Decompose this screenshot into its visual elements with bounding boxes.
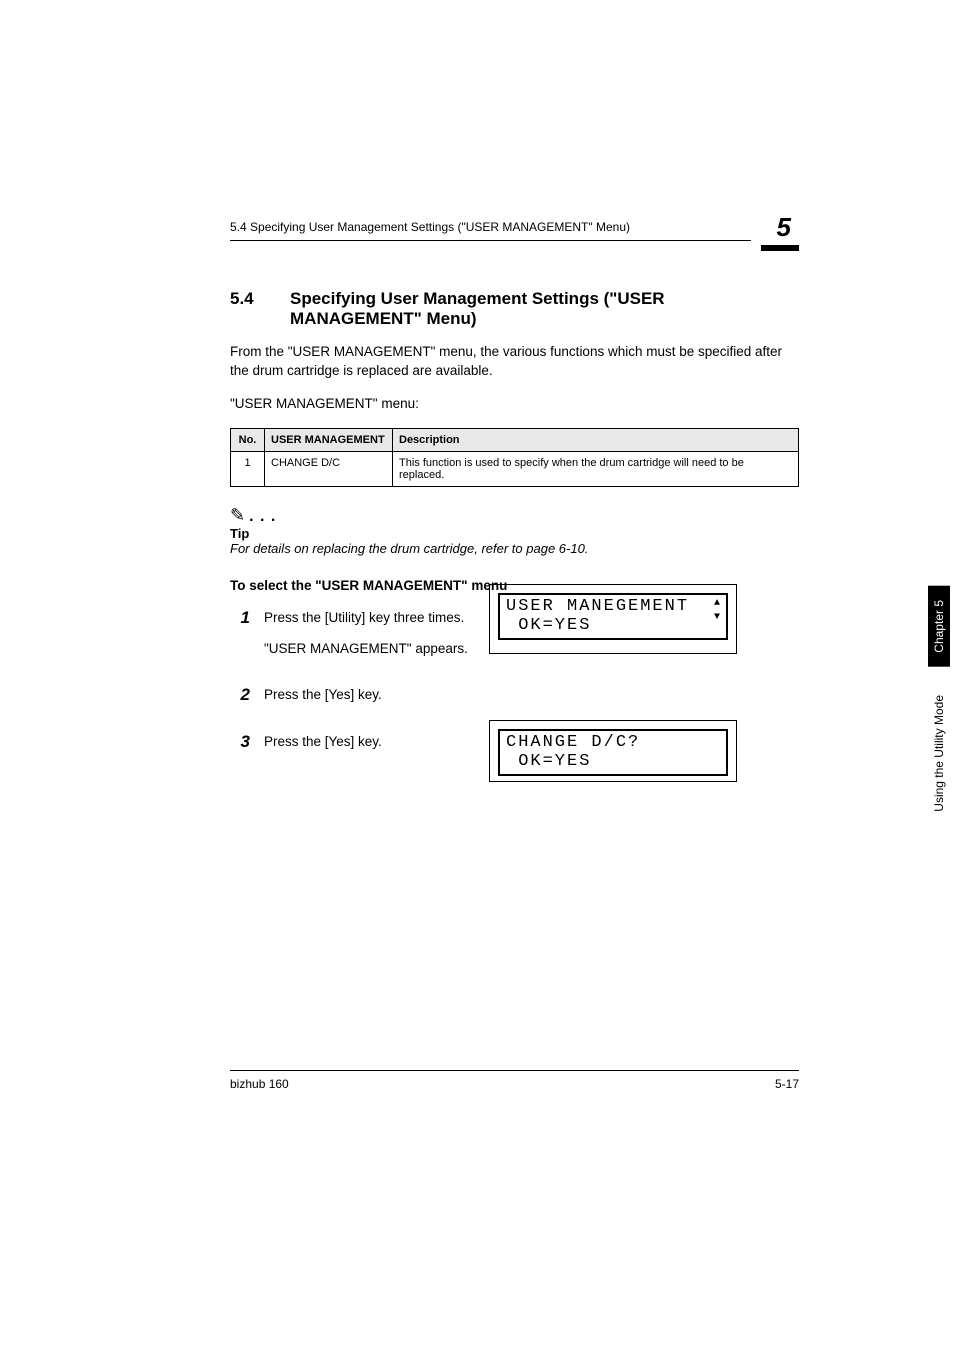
tip-block: ✎ . . . Tip For details on replacing the…	[230, 505, 799, 556]
section-heading: 5.4 Specifying User Management Settings …	[230, 289, 799, 329]
chapter-tab: Chapter 5	[928, 586, 950, 667]
pencil-icon: ✎	[230, 505, 245, 526]
page-footer: bizhub 160 5-17	[230, 1070, 799, 1091]
step-number: 1	[230, 609, 250, 626]
col-header-no: No.	[231, 428, 265, 451]
user-management-table: No. USER MANAGEMENT Description 1 CHANGE…	[230, 428, 799, 487]
section-number: 5.4	[230, 289, 290, 329]
lcd-screen-1: USER MANEGEMENT OK=YES ▲▼	[489, 584, 737, 654]
lcd-line1: CHANGE D/C?	[506, 733, 720, 752]
lcd-inner: CHANGE D/C? OK=YES	[498, 729, 728, 776]
lcd-line2: OK=YES	[506, 616, 720, 635]
cell-um: CHANGE D/C	[265, 451, 393, 486]
cell-desc: This function is used to specify when th…	[393, 451, 799, 486]
chapter-number-badge: 5	[761, 210, 799, 251]
col-header-um: USER MANAGEMENT	[265, 428, 393, 451]
lcd-line2: OK=YES	[506, 752, 720, 771]
running-header: 5.4 Specifying User Management Settings …	[230, 210, 799, 251]
tip-label: Tip	[230, 526, 799, 541]
table-header-row: No. USER MANAGEMENT Description	[231, 428, 799, 451]
intro-paragraph: From the "USER MANAGEMENT" menu, the var…	[230, 343, 799, 381]
footer-page: 5-17	[775, 1077, 799, 1091]
section-title: Specifying User Management Settings ("US…	[290, 289, 799, 329]
menu-label: "USER MANAGEMENT" menu:	[230, 395, 799, 414]
col-header-desc: Description	[393, 428, 799, 451]
lcd-line1: USER MANEGEMENT	[506, 597, 720, 616]
cell-no: 1	[231, 451, 265, 486]
side-tabs: Chapter 5 Using the Utility Mode	[928, 586, 954, 831]
mode-tab: Using the Utility Mode	[928, 675, 950, 832]
lcd-screen-2: CHANGE D/C? OK=YES	[489, 720, 737, 782]
step-number: 3	[230, 733, 250, 750]
ellipsis-icon: . . .	[249, 508, 276, 526]
step-2: 2 Press the [Yes] key.	[230, 686, 799, 717]
lcd-scroll-arrows: ▲▼	[714, 597, 720, 625]
footer-product: bizhub 160	[230, 1077, 289, 1091]
step-body: Press the [Yes] key.	[264, 686, 799, 717]
tip-text: For details on replacing the drum cartri…	[230, 541, 799, 556]
running-header-title: 5.4 Specifying User Management Settings …	[230, 220, 751, 241]
lcd-inner: USER MANEGEMENT OK=YES ▲▼	[498, 593, 728, 640]
step-number: 2	[230, 686, 250, 703]
table-row: 1 CHANGE D/C This function is used to sp…	[231, 451, 799, 486]
step-line: Press the [Yes] key.	[264, 686, 799, 705]
